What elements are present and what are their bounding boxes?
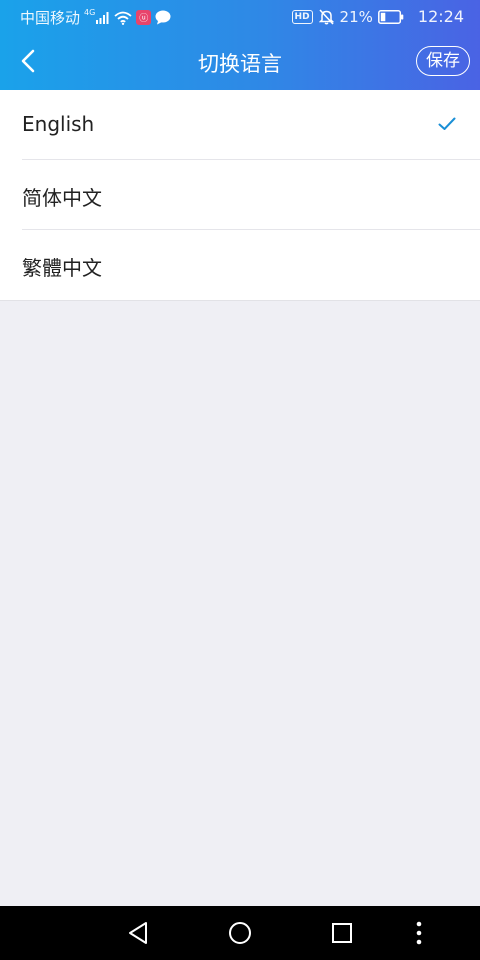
checkmark-icon	[438, 116, 456, 135]
language-label: 简体中文	[22, 186, 102, 210]
toolbar: 切换语言 保存	[0, 32, 480, 90]
hd-voice-icon: HD	[291, 9, 313, 24]
battery-percent: 21%	[339, 7, 373, 26]
network-type: 4G	[84, 8, 96, 17]
battery-icon	[377, 9, 404, 24]
signal-icon: 4G	[84, 8, 110, 24]
save-button[interactable]: 保存	[416, 46, 470, 76]
system-nav-bar	[0, 906, 480, 960]
language-label: English	[22, 112, 95, 136]
nav-menu-button[interactable]	[406, 920, 432, 946]
three-dots-menu-icon	[416, 921, 422, 945]
app-notification-icon: ⓤ	[136, 10, 152, 25]
nav-recents-button[interactable]	[329, 920, 355, 946]
status-bar: 中国移动 4G ⓤ HD 21% 12:24	[0, 0, 480, 32]
app-header: 中国移动 4G ⓤ HD 21% 12:24 切换语言 保存	[0, 0, 480, 90]
message-icon	[155, 10, 171, 25]
status-bar-right: HD 21% 12:24	[291, 7, 464, 26]
square-recents-icon	[332, 923, 352, 943]
circle-home-icon	[229, 922, 251, 944]
carrier-name: 中国移动	[20, 9, 81, 27]
status-bar-left: 中国移动 4G ⓤ	[20, 7, 171, 28]
wifi-icon	[114, 11, 132, 25]
nav-home-button[interactable]	[227, 920, 253, 946]
clock: 12:24	[417, 7, 464, 26]
language-label: 繁體中文	[22, 256, 102, 280]
language-option-traditional-chinese[interactable]: 繁體中文	[0, 230, 480, 300]
language-option-english[interactable]: English	[0, 90, 480, 160]
language-list: English 简体中文 繁體中文	[0, 90, 480, 301]
nav-back-button[interactable]	[125, 920, 151, 946]
triangle-back-icon	[129, 922, 147, 944]
page-title: 切换语言	[198, 52, 282, 76]
mute-bell-icon	[318, 8, 334, 25]
language-option-simplified-chinese[interactable]: 简体中文	[0, 160, 480, 230]
